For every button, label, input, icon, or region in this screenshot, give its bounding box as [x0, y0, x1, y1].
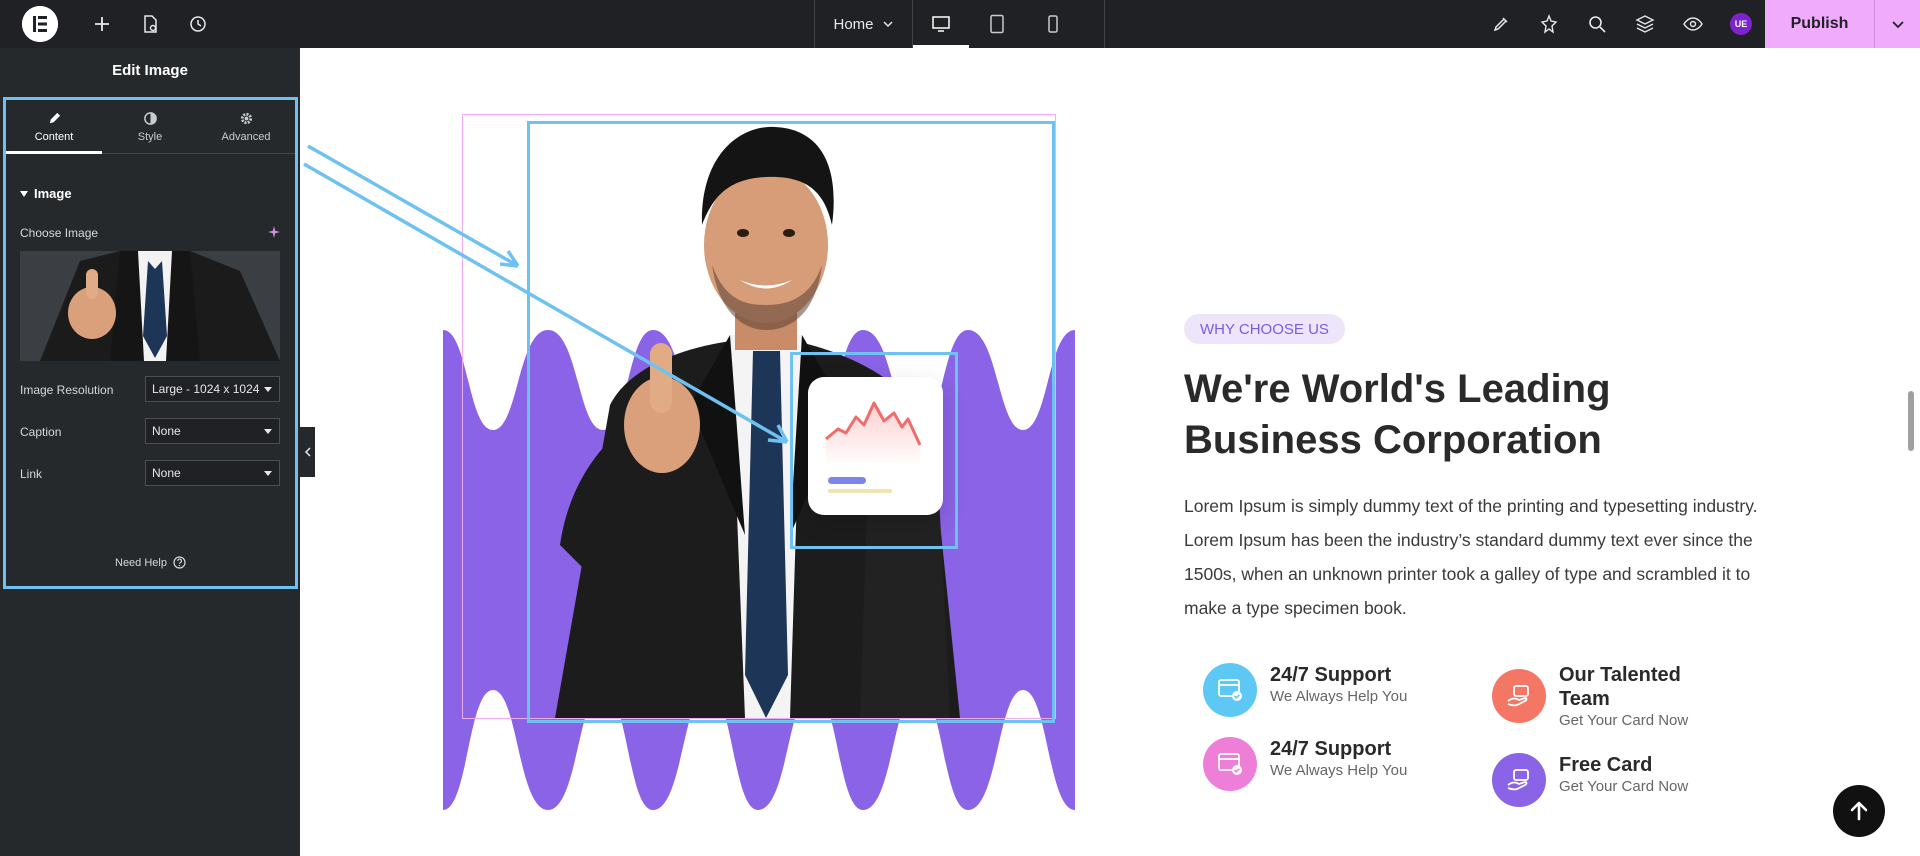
- pencil-icon: [49, 112, 60, 123]
- page-settings-icon[interactable]: [126, 0, 174, 48]
- support-window-icon: [1203, 737, 1257, 791]
- history-icon[interactable]: [174, 0, 222, 48]
- link-select[interactable]: None: [145, 460, 280, 486]
- section-paragraph: Lorem Ipsum is simply dummy text of the …: [1184, 496, 1758, 618]
- mobile-device-button[interactable]: [1025, 0, 1081, 48]
- feature-subtitle: We Always Help You: [1270, 762, 1408, 779]
- image-thumbnail[interactable]: [20, 251, 280, 361]
- feature-subtitle: Get Your Card Now: [1559, 778, 1689, 795]
- feature-subtitle: We Always Help You: [1270, 688, 1408, 705]
- scroll-to-top-button[interactable]: [1833, 785, 1885, 837]
- publish-button[interactable]: Publish: [1765, 0, 1874, 48]
- help-circle-icon: [173, 556, 186, 569]
- tab-style[interactable]: Style: [102, 100, 198, 153]
- headline-line-2: Business Corporation: [1184, 418, 1602, 462]
- publish-options-button[interactable]: [1874, 0, 1920, 48]
- chevron-down-icon: [1891, 21, 1904, 29]
- feature-item: Free Card Get Your Card Now: [1492, 753, 1688, 807]
- caption-value: None: [152, 424, 181, 438]
- support-window-icon: [1203, 663, 1257, 717]
- image-section-toggle[interactable]: Image: [20, 186, 72, 201]
- contrast-icon: [143, 111, 157, 125]
- topbar-center: Home: [814, 0, 1105, 48]
- ai-sparkle-icon[interactable]: [268, 226, 280, 238]
- need-help-label: Need Help: [115, 556, 167, 569]
- caret-down-icon: [264, 387, 272, 392]
- topbar-left: [0, 0, 222, 48]
- feature-title: Free Card: [1559, 754, 1653, 776]
- tab-advanced[interactable]: Advanced: [198, 100, 294, 153]
- panel-title: Edit Image: [112, 62, 188, 79]
- feature-subtitle: Get Your Card Now: [1559, 712, 1689, 729]
- desktop-device-button[interactable]: [913, 0, 969, 48]
- need-help-link[interactable]: Need Help: [115, 556, 186, 569]
- structure-layers-icon[interactable]: [1621, 0, 1669, 48]
- annotation-arrows: [303, 144, 789, 444]
- tab-style-label: Style: [137, 130, 163, 143]
- image-resolution-select[interactable]: Large - 1024 x 1024: [145, 376, 280, 402]
- search-icon[interactable]: [1573, 0, 1621, 48]
- page-scrollbar-thumb[interactable]: [1908, 391, 1914, 451]
- editor-panel: Edit Image Content Style Advanced Image …: [0, 48, 300, 856]
- section-headline: We're World's Leading Business Corporati…: [1184, 364, 1744, 466]
- feature-title: 24/7 Support: [1270, 664, 1392, 686]
- caret-down-icon: [20, 190, 28, 197]
- image-resolution-value: Large - 1024 x 1024: [152, 382, 260, 396]
- add-element-icon[interactable]: [78, 0, 126, 48]
- hand-card-icon: [1492, 669, 1546, 723]
- caret-down-icon: [264, 429, 272, 434]
- mobile-icon: [1048, 15, 1058, 33]
- feature-title: 24/7 Support: [1270, 738, 1392, 760]
- elementor-logo-icon[interactable]: [22, 6, 58, 42]
- caption-select[interactable]: None: [145, 418, 280, 444]
- user-avatar[interactable]: UE: [1730, 13, 1752, 35]
- image-resolution-label: Image Resolution: [20, 383, 114, 397]
- tab-content-label: Content: [34, 130, 74, 143]
- ai-assistant-icon[interactable]: [1525, 0, 1573, 48]
- card-selection-frame: [790, 352, 958, 549]
- chevron-down-icon: [882, 21, 893, 28]
- tablet-icon: [990, 14, 1004, 34]
- feature-item: 24/7 Support We Always Help You: [1203, 663, 1407, 717]
- hand-card-icon: [1492, 753, 1546, 807]
- headline-line-1: We're World's Leading: [1184, 367, 1611, 411]
- editor-topbar: Home UE Publish: [0, 0, 1920, 48]
- page-select[interactable]: Home: [814, 0, 913, 48]
- arrow-up-icon: [1850, 801, 1868, 821]
- image-section-title: Image: [34, 186, 72, 201]
- panel-tabs: Content Style Advanced: [6, 100, 295, 154]
- tab-content[interactable]: Content: [6, 100, 102, 154]
- tab-advanced-label: Advanced: [221, 130, 271, 143]
- topbar-right: UE Publish: [1477, 0, 1920, 48]
- feature-item: Our Talented Team Get Your Card Now: [1492, 663, 1732, 731]
- device-switcher: [913, 0, 1105, 48]
- feature-title: Our Talented Team: [1559, 664, 1681, 710]
- desktop-icon: [932, 16, 950, 32]
- gear-icon: [240, 112, 252, 124]
- caption-label: Caption: [20, 425, 62, 439]
- feature-item: 24/7 Support We Always Help You: [1203, 737, 1407, 791]
- page-select-label: Home: [833, 15, 874, 33]
- link-value: None: [152, 466, 181, 480]
- choose-image-label: Choose Image: [20, 226, 99, 240]
- why-choose-us-badge: WHY CHOOSE US: [1184, 314, 1345, 344]
- caret-down-icon: [264, 471, 272, 476]
- site-settings-icon[interactable]: [1477, 0, 1525, 48]
- preview-eye-icon[interactable]: [1669, 0, 1717, 48]
- link-label: Link: [20, 467, 43, 481]
- tablet-device-button[interactable]: [969, 0, 1025, 48]
